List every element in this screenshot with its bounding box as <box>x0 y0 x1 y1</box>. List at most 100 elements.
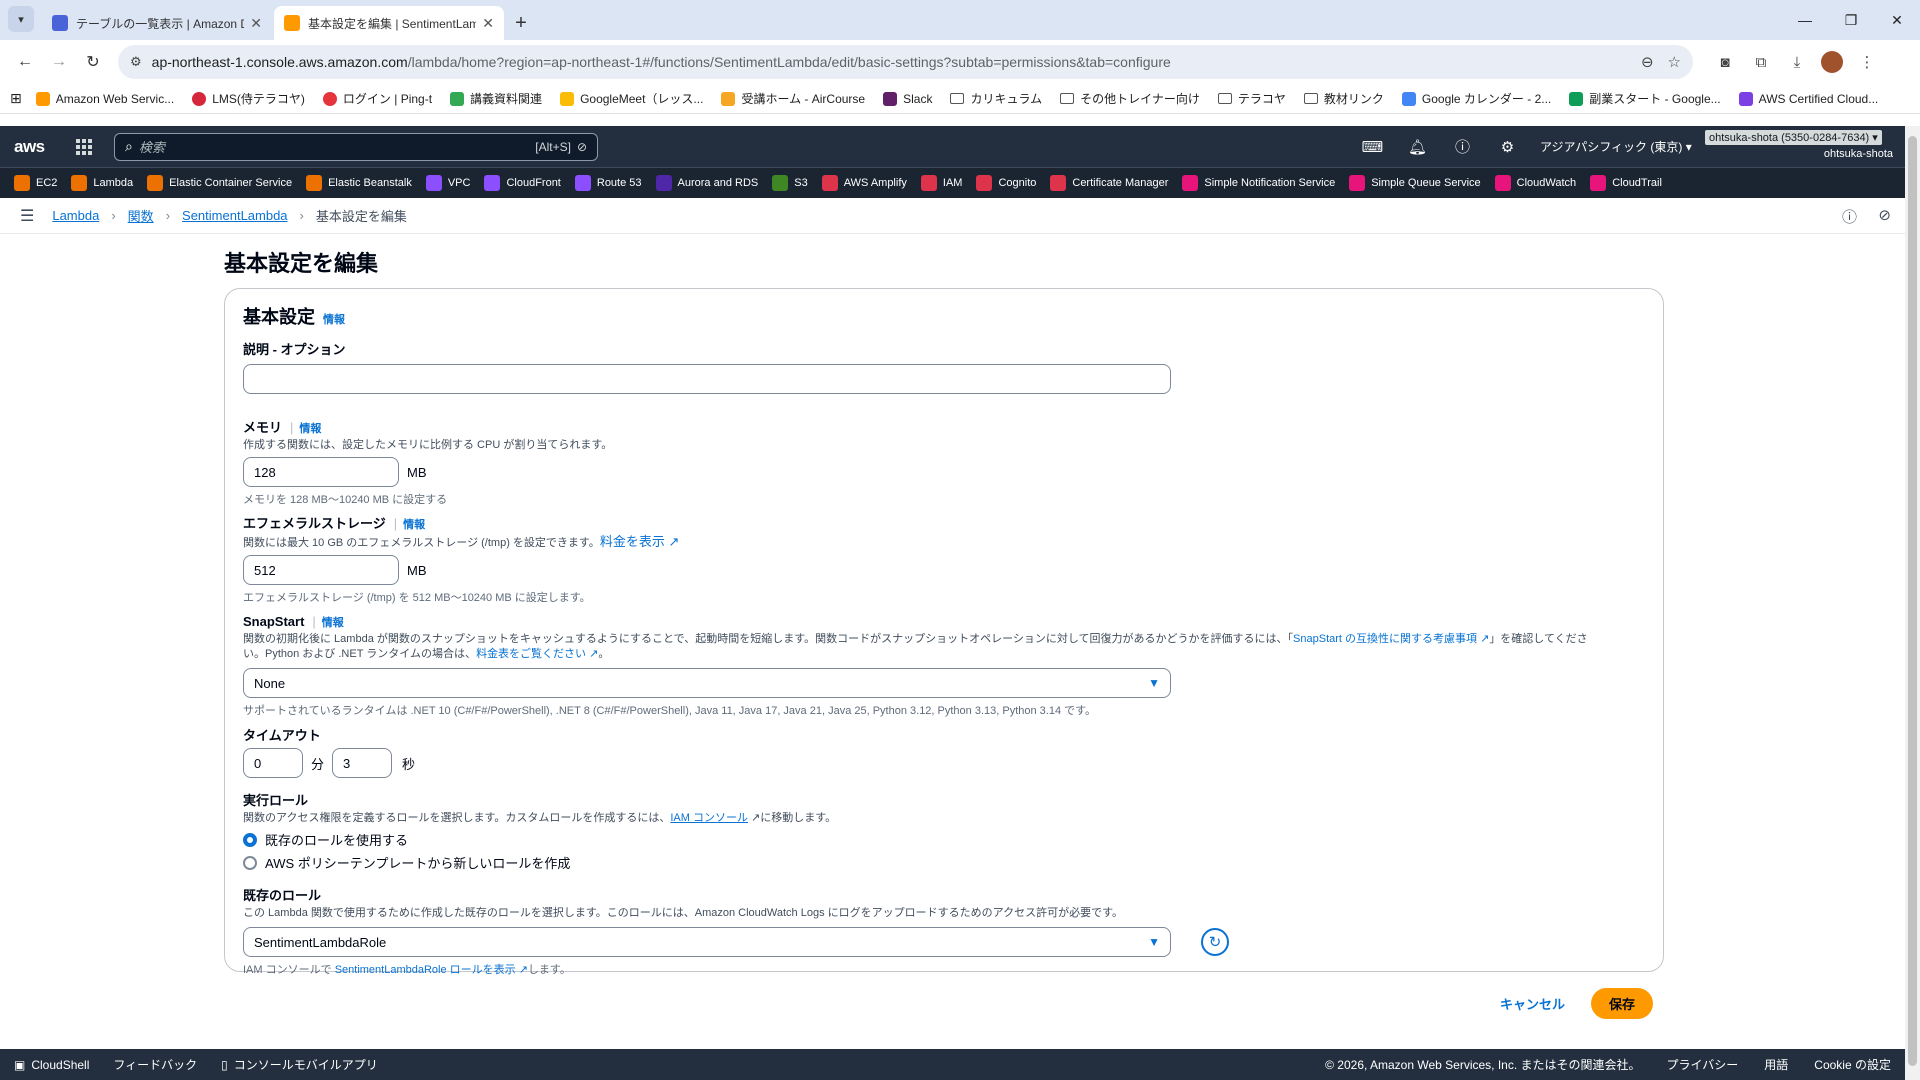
restore-icon[interactable]: ❐ <box>1828 0 1874 40</box>
info-panel-icon[interactable]: ⓘ <box>1842 206 1857 227</box>
timeout-minutes-input[interactable]: 0 <box>243 748 303 778</box>
region-selector[interactable]: アジアパシフィック (東京) ▾ <box>1540 138 1692 155</box>
apps-icon[interactable]: ⊞ <box>10 90 22 107</box>
bookmark-item[interactable]: Google カレンダー - 2... <box>1401 90 1551 107</box>
service-shortcut-vpc[interactable]: VPC <box>425 175 470 191</box>
breadcrumb-lambda[interactable]: Lambda <box>52 208 99 223</box>
close-tab-icon[interactable]: ✕ <box>482 15 494 32</box>
service-shortcut-cloudwatch[interactable]: CloudWatch <box>1494 175 1576 191</box>
bookmark-item[interactable]: LMS(侍テラコヤ) <box>192 90 305 107</box>
ephemeral-hint: エフェメラルストレージ (/tmp) を 512 MB～10240 MB に設定… <box>243 592 591 604</box>
privacy-link[interactable]: プライバシー <box>1667 1056 1739 1073</box>
snapstart-compat-link[interactable]: SnapStart の互換性に関する考慮事項 ↗ <box>1293 633 1489 645</box>
service-shortcut-s3[interactable]: S3 <box>772 175 808 191</box>
bookmark-folder[interactable]: 教材リンク <box>1303 90 1384 107</box>
service-shortcut-route-53[interactable]: Route 53 <box>574 175 642 191</box>
cloudshell-button[interactable]: ▣ CloudShell <box>14 1058 89 1072</box>
cloudshell-icon[interactable]: ⌨ <box>1350 138 1395 156</box>
reload-icon[interactable]: ↻ <box>76 45 110 79</box>
ephemeral-input[interactable]: 512 <box>243 555 399 585</box>
search-settings-icon[interactable]: ⊘ <box>577 140 587 154</box>
iam-console-link[interactable]: IAM コンソール <box>670 812 748 824</box>
service-shortcut-certificate-manager[interactable]: Certificate Manager <box>1050 175 1168 191</box>
page-scrollbar[interactable] <box>1905 126 1920 1080</box>
url-text[interactable]: ap-northeast-1.console.aws.amazon.com/la… <box>152 54 1627 70</box>
menu-kebab-icon[interactable]: ⋮ <box>1849 45 1885 79</box>
bookmark-item[interactable]: GoogleMeet（レッス... <box>560 90 703 107</box>
hamburger-menu-icon[interactable]: ☰ <box>20 206 34 226</box>
site-info-icon[interactable]: ⚙ <box>130 54 142 70</box>
radio-use-existing-role[interactable]: 既存のロールを使用する <box>243 830 836 849</box>
account-menu[interactable]: ohtsuka-shota (5350-0284-7634) ▾ <box>1705 130 1882 145</box>
service-shortcut-aws-amplify[interactable]: AWS Amplify <box>821 175 907 191</box>
bookmark-item[interactable]: 講義資料関連 <box>450 90 542 107</box>
view-role-link[interactable]: SentimentLambdaRole ロールを表示 ↗ <box>335 964 528 976</box>
service-shortcut-iam[interactable]: IAM <box>920 175 962 191</box>
bookmark-item[interactable]: Amazon Web Servic... <box>35 91 174 106</box>
close-tab-icon[interactable]: ✕ <box>250 15 262 32</box>
service-shortcut-simple-queue-service[interactable]: Simple Queue Service <box>1349 175 1481 191</box>
aws-logo[interactable]: aws <box>14 137 54 157</box>
service-shortcut-lambda[interactable]: Lambda <box>71 175 133 191</box>
bookmark-folder[interactable]: その他トレイナー向け <box>1060 90 1200 107</box>
download-icon[interactable]: ⤓ <box>1779 45 1815 79</box>
service-shortcut-cloudtrail[interactable]: CloudTrail <box>1590 175 1662 191</box>
bell-icon[interactable]: 🔔︎ <box>1395 138 1440 156</box>
back-icon[interactable]: ← <box>8 45 42 79</box>
zoom-icon[interactable]: ⊖ <box>1641 53 1654 71</box>
services-grid-icon[interactable] <box>76 138 92 155</box>
timeout-seconds-input[interactable]: 3 <box>332 748 393 778</box>
radio-create-from-template[interactable]: AWS ポリシーテンプレートから新しいロールを作成 <box>243 853 836 872</box>
memory-input[interactable]: 128 <box>243 457 399 487</box>
mobile-app-button[interactable]: ▯ コンソールモバイルアプリ <box>221 1056 378 1073</box>
settings-panel-icon[interactable]: ⊘ <box>1878 206 1891 224</box>
bookmark-item[interactable]: AWS Certified Cloud... <box>1738 91 1878 106</box>
cancel-button[interactable]: キャンセル <box>1500 994 1565 1013</box>
description-input[interactable] <box>243 364 1171 394</box>
bookmark-folder[interactable]: テラコヤ <box>1217 90 1286 107</box>
ephemeral-info-link[interactable]: 情報 <box>403 516 425 532</box>
new-tab-button[interactable]: + <box>506 6 536 40</box>
breadcrumb-functions[interactable]: 関数 <box>128 206 154 225</box>
service-shortcut-simple-notification-service[interactable]: Simple Notification Service <box>1182 175 1335 191</box>
breadcrumb-function[interactable]: SentimentLambda <box>182 208 288 223</box>
browser-tab-lambda[interactable]: 基本設定を編集 | SentimentLam ✕ <box>274 6 504 40</box>
service-shortcut-elastic-beanstalk[interactable]: Elastic Beanstalk <box>306 175 412 191</box>
bookmark-item[interactable]: Slack <box>883 91 932 106</box>
pricing-link[interactable]: 料金を表示 ↗ <box>600 534 680 549</box>
scrollbar-thumb[interactable] <box>1908 136 1917 1066</box>
forward-icon[interactable]: → <box>42 45 76 79</box>
existing-role-select[interactable]: SentimentLambdaRole ▼ <box>243 927 1171 957</box>
help-icon[interactable]: ⓘ <box>1440 136 1485 157</box>
bookmark-folder[interactable]: カリキュラム <box>950 90 1042 107</box>
bookmark-item[interactable]: 受講ホーム - AirCourse <box>721 90 865 107</box>
service-shortcut-ec2[interactable]: EC2 <box>14 175 57 191</box>
info-link[interactable]: 情報 <box>323 311 345 327</box>
close-window-icon[interactable]: ✕ <box>1874 0 1920 40</box>
service-shortcut-elastic-container-service[interactable]: Elastic Container Service <box>147 175 292 191</box>
service-shortcut-cognito[interactable]: Cognito <box>976 175 1036 191</box>
refresh-icon[interactable]: ↻ <box>1201 928 1229 956</box>
address-bar[interactable]: ⚙ ap-northeast-1.console.aws.amazon.com/… <box>118 45 1693 79</box>
memory-info-link[interactable]: 情報 <box>299 420 321 436</box>
feedback-button[interactable]: フィードバック <box>113 1056 197 1073</box>
bookmark-item[interactable]: ログイン | Ping-t <box>322 90 432 107</box>
extensions-icon[interactable]: ⧉ <box>1743 45 1779 79</box>
snapstart-info-link[interactable]: 情報 <box>322 614 344 630</box>
bookmark-star-icon[interactable]: ☆ <box>1668 53 1681 71</box>
camera-icon[interactable]: ◙ <box>1707 45 1743 79</box>
cookie-settings-link[interactable]: Cookie の設定 <box>1814 1056 1891 1073</box>
aws-search-input[interactable]: ⌕ 検索 [Alt+S] ⊘ <box>114 132 598 161</box>
service-shortcut-cloudfront[interactable]: CloudFront <box>484 175 561 191</box>
gear-icon[interactable]: ⚙ <box>1485 138 1530 156</box>
tab-search-icon[interactable]: ▾ <box>8 6 34 32</box>
service-shortcut-aurora-and-rds[interactable]: Aurora and RDS <box>655 175 758 191</box>
terms-link[interactable]: 用語 <box>1764 1056 1788 1073</box>
save-button[interactable]: 保存 <box>1591 988 1654 1019</box>
snapstart-pricing-link[interactable]: 料金表をご覧ください ↗ <box>476 648 598 660</box>
browser-tab-dynamodb[interactable]: テーブルの一覧表示 | Amazon Dy ✕ <box>42 6 272 40</box>
profile-avatar[interactable] <box>1821 51 1843 73</box>
snapstart-select[interactable]: None ▼ <box>243 668 1171 698</box>
bookmark-item[interactable]: 副業スタート - Google... <box>1569 90 1721 107</box>
minimize-icon[interactable]: — <box>1782 0 1828 40</box>
